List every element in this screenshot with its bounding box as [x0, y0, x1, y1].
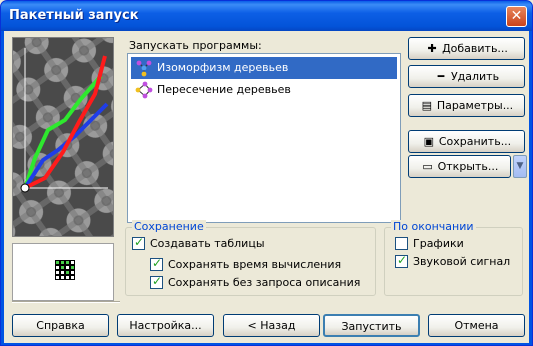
parameters-button-label: Параметры... [436, 99, 514, 112]
back-button[interactable]: < Назад [223, 314, 320, 337]
save-button[interactable]: ▣ Сохранить... [408, 130, 525, 153]
create-tables-label: Создавать таблицы [150, 237, 265, 250]
graphs-checkbox[interactable]: Графики [395, 237, 464, 250]
sound-label: Звуковой сигнал [413, 255, 511, 268]
save-no-prompt-checkbox[interactable]: Сохранять без запроса описания [150, 274, 361, 289]
checkbox-box[interactable] [395, 253, 408, 268]
settings-button[interactable]: Настройка... [117, 314, 214, 337]
open-button[interactable]: ▭ Открыть... [408, 155, 511, 178]
add-button-label: Добавить... [442, 42, 508, 55]
remove-button-label: Удалить [450, 70, 500, 83]
add-button[interactable]: ✚ Добавить... [408, 37, 525, 60]
cancel-button-label: Отмена [454, 319, 499, 332]
checkbox-box[interactable] [132, 235, 145, 250]
sound-checkbox[interactable]: Звуковой сигнал [395, 253, 511, 268]
remove-button[interactable]: ━ Удалить [408, 65, 525, 88]
tree-icon [136, 60, 152, 77]
floppy-icon: ▣ [423, 135, 435, 148]
graph-illustration-icon [13, 38, 113, 236]
programs-list[interactable]: Изоморфизм деревьев Пересечение деревьев [127, 53, 401, 223]
save-time-label: Сохранять время вычисления [168, 258, 342, 271]
plus-icon: ✚ [427, 42, 437, 55]
wizard-illustration [12, 37, 114, 237]
run-button[interactable]: Запустить [323, 314, 420, 337]
dialog-body: Запускать программы: Изоморфизм деревьев… [4, 31, 529, 343]
title-bar[interactable]: Пакетный запуск ✕ [1, 1, 532, 31]
close-button[interactable]: ✕ [506, 6, 527, 27]
list-item[interactable]: Пересечение деревьев [131, 79, 397, 101]
settings-button-label: Настройка... [129, 319, 202, 332]
preview-thumbnail [12, 243, 114, 301]
graphs-label: Графики [413, 237, 464, 250]
back-button-label: < Назад [247, 319, 296, 332]
window-title: Пакетный запуск [9, 8, 139, 23]
save-button-label: Сохранить... [438, 135, 512, 148]
create-tables-checkbox[interactable]: Создавать таблицы [132, 235, 265, 250]
run-button-label: Запустить [341, 320, 402, 333]
minus-icon: ━ [437, 70, 445, 83]
cancel-button[interactable]: Отмена [428, 314, 525, 337]
properties-icon: ▤ [421, 99, 433, 112]
checkbox-box[interactable] [150, 256, 163, 271]
checkbox-box[interactable] [150, 274, 163, 289]
divider [12, 301, 120, 303]
dialog-window: Пакетный запуск ✕ Запускать программы: И… [0, 0, 533, 346]
chevron-down-icon: ▼ [516, 161, 524, 171]
checkbox-box[interactable] [395, 237, 408, 250]
help-button[interactable]: Справка [12, 314, 109, 337]
help-button-label: Справка [36, 319, 85, 332]
close-icon: ✕ [510, 8, 523, 24]
saving-group-title: Сохранение [132, 220, 206, 233]
grid-icon [55, 260, 75, 280]
save-no-prompt-label: Сохранять без запроса описания [168, 276, 361, 289]
open-button-label: Открыть... [437, 160, 499, 173]
list-item-label: Изоморфизм деревьев [157, 61, 289, 74]
list-item[interactable]: Изоморфизм деревьев [131, 57, 397, 79]
programs-label: Запускать программы: [129, 39, 262, 52]
folder-icon: ▭ [422, 160, 433, 173]
parameters-button[interactable]: ▤ Параметры... [408, 94, 525, 117]
tree-intersection-icon [135, 81, 153, 99]
open-dropdown-button[interactable]: ▼ [513, 155, 527, 178]
on-finish-group-title: По окончании [391, 220, 476, 233]
list-item-label: Пересечение деревьев [157, 83, 291, 96]
save-time-checkbox[interactable]: Сохранять время вычисления [150, 256, 342, 271]
